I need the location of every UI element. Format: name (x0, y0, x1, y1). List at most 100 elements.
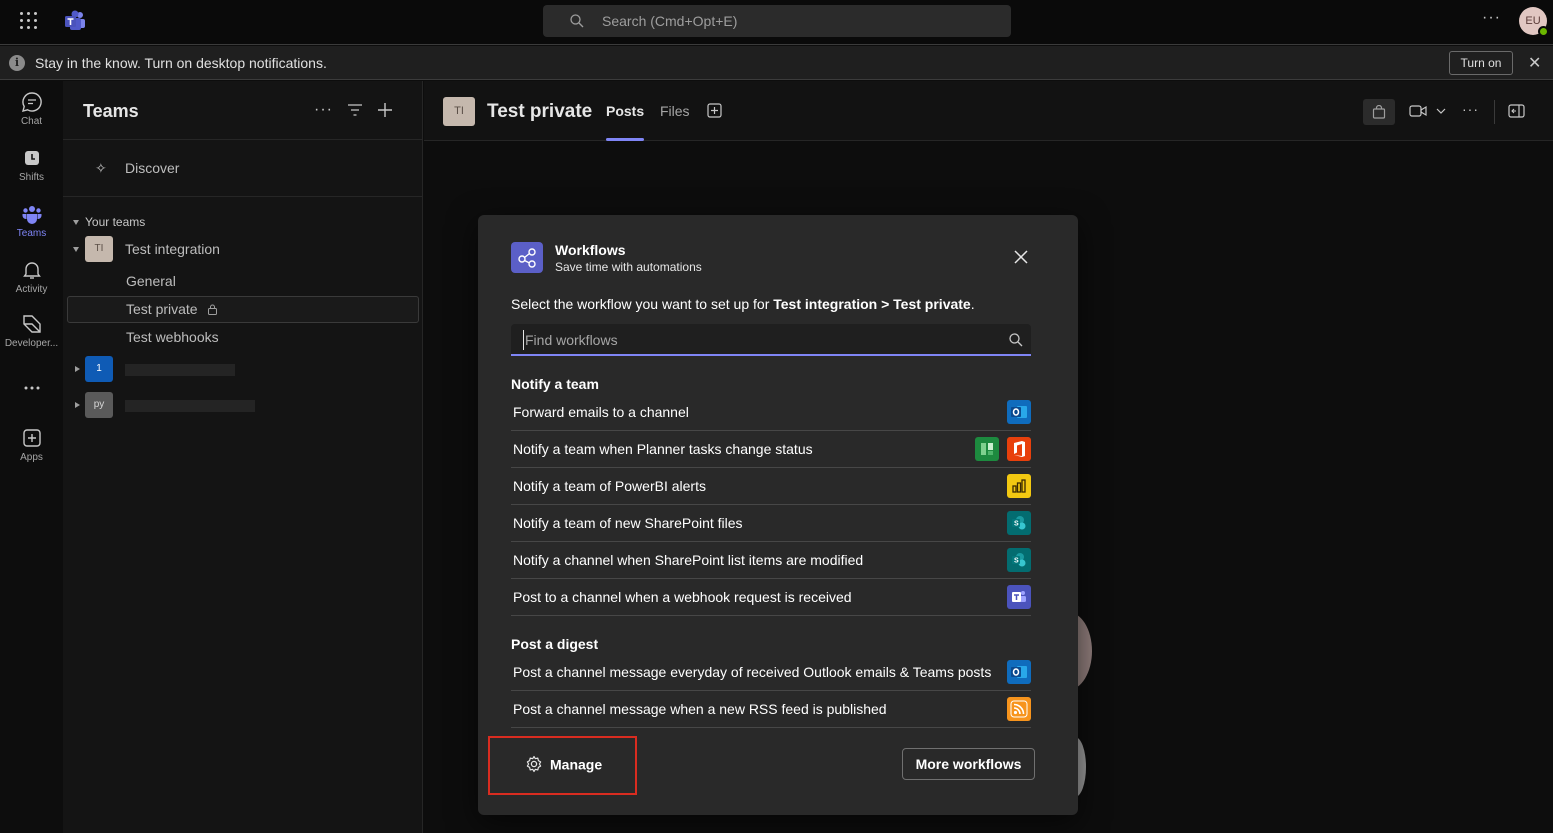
workflow-item[interactable]: Post to a channel when a webhook request… (511, 579, 1031, 616)
your-teams-label: Your teams (85, 215, 146, 229)
channel-title: Test private (487, 101, 593, 122)
rail-item-teams[interactable]: Teams (0, 203, 63, 239)
channel-item-general[interactable]: General (126, 273, 176, 289)
rail-item-developer[interactable]: Developer... (0, 313, 63, 349)
divider (63, 196, 423, 197)
workflow-item[interactable]: Post a channel message when a new RSS fe… (511, 691, 1031, 728)
search-box[interactable]: Search (Cmd+Opt+E) (543, 5, 1011, 37)
bag-icon (1372, 105, 1386, 119)
rail-item-shifts[interactable]: Shifts (0, 147, 63, 183)
sharepoint-icon: S (1007, 548, 1031, 572)
dialog-subtitle: Save time with automations (555, 260, 702, 274)
desc-prefix: Select the workflow you want to set up f… (511, 296, 774, 312)
powerbi-icon (1007, 474, 1031, 498)
workflow-label: Notify a team of new SharePoint files (513, 515, 743, 531)
gear-icon (526, 756, 542, 773)
chevron-right-icon (75, 402, 80, 408)
workflow-label: Notify a channel when SharePoint list it… (513, 552, 864, 568)
planner-icon (975, 437, 999, 461)
more-options-icon[interactable]: ··· (1462, 101, 1479, 117)
outlook-icon (1007, 660, 1031, 684)
rail-label: Chat (20, 116, 43, 127)
channel-item-test-webhooks[interactable]: Test webhooks (126, 329, 219, 345)
active-tab-indicator (606, 138, 644, 141)
workflow-item[interactable]: Notify a team when Planner tasks change … (511, 431, 1031, 468)
notification-message: Stay in the know. Turn on desktop notifi… (35, 55, 327, 71)
search-icon (570, 14, 584, 28)
team-item-blurred-2[interactable]: py (73, 392, 413, 420)
svg-text:S: S (1014, 521, 1019, 528)
panel-title: Teams (83, 101, 139, 121)
rss-icon (1007, 697, 1031, 721)
channel-item-selected-bg (67, 296, 419, 323)
channel-header: TI Test private Posts Files ··· (424, 81, 1553, 141)
desc-suffix: . (970, 296, 975, 312)
your-teams-header[interactable]: Your teams (73, 215, 145, 229)
chevron-right-icon (75, 366, 80, 372)
rail-label: Apps (20, 452, 43, 463)
more-options-icon[interactable]: ··· (314, 101, 333, 119)
svg-text:S: S (1014, 558, 1019, 565)
add-team-icon[interactable] (377, 102, 393, 118)
channel-name: Test private (126, 301, 198, 317)
rail-item-chat[interactable]: Chat (0, 91, 63, 127)
app-launcher-icon[interactable] (20, 12, 38, 30)
section-title: Notify a team (511, 376, 599, 392)
bell-icon (22, 262, 41, 279)
user-avatar[interactable]: EU (1519, 7, 1549, 37)
team-item-test-integration[interactable]: TI Test integration (73, 236, 413, 264)
workflow-item[interactable]: Notify a channel when SharePoint list it… (511, 542, 1031, 579)
workflow-label: Notify a team of PowerBI alerts (513, 478, 706, 494)
workflows-icon (511, 242, 543, 273)
presence-status-icon (1538, 26, 1549, 37)
video-call-icon[interactable] (1409, 104, 1427, 118)
lock-icon (208, 304, 218, 315)
workflow-item[interactable]: Notify a team of new SharePoint files S (511, 505, 1031, 542)
workflow-item[interactable]: Forward emails to a channel (511, 394, 1031, 431)
workflow-item[interactable]: Notify a team of PowerBI alerts (511, 468, 1031, 505)
workflow-label: Post a channel message everyday of recei… (513, 664, 992, 680)
workflow-label: Notify a team when Planner tasks change … (513, 441, 813, 457)
teams-app: Search (Cmd+Opt+E) ··· EU i Stay in the … (0, 0, 1553, 833)
more-options-icon[interactable]: ··· (1482, 9, 1501, 27)
rail-label: Shifts (18, 172, 44, 183)
chevron-down-icon[interactable] (1436, 108, 1446, 114)
side-panel-icon[interactable] (1508, 104, 1525, 118)
chevron-down-icon (73, 220, 79, 226)
workflow-label: Forward emails to a channel (513, 404, 689, 420)
rail-item-activity[interactable]: Activity (0, 259, 63, 295)
turn-on-notifications-button[interactable]: Turn on (1449, 51, 1513, 75)
close-icon[interactable] (1012, 248, 1030, 266)
apps-icon (22, 429, 41, 447)
more-workflows-button[interactable]: More workflows (902, 748, 1035, 780)
chevron-down-icon (73, 247, 79, 252)
manage-button[interactable]: Manage (525, 755, 602, 773)
workflow-item[interactable]: Post a channel message everyday of recei… (511, 654, 1031, 691)
store-button[interactable] (1363, 99, 1395, 125)
search-icon[interactable] (1008, 332, 1024, 348)
chat-icon (21, 92, 42, 112)
rail-label: Teams (16, 228, 47, 239)
find-workflows-input[interactable] (523, 330, 993, 350)
teams-panel: Teams ··· ✧ Discover Your teams TI Test i… (63, 81, 423, 833)
filter-icon[interactable] (347, 103, 363, 117)
avatar-initials: EU (1525, 15, 1541, 27)
close-icon[interactable]: ✕ (1528, 53, 1541, 73)
developer-icon (22, 315, 41, 333)
dialog-description: Select the workflow you want to set up f… (511, 296, 975, 312)
discover-link[interactable]: ✧ Discover (95, 160, 179, 177)
team-avatar: TI (85, 236, 113, 262)
notification-bar: i Stay in the know. Turn on desktop noti… (0, 46, 1553, 80)
tab-posts[interactable]: Posts (606, 103, 644, 119)
rail-item-apps[interactable]: Apps (0, 427, 63, 463)
channel-item-test-private[interactable]: Test private (126, 301, 218, 317)
tab-files[interactable]: Files (660, 103, 690, 119)
manage-label: Manage (550, 756, 603, 773)
teams-icon (1007, 585, 1031, 609)
blurred-team-name (125, 400, 255, 412)
rail-item-more[interactable] (0, 377, 63, 399)
add-tab-icon[interactable] (707, 103, 722, 118)
section-title: Post a digest (511, 636, 599, 652)
divider (1494, 100, 1495, 124)
team-item-blurred-1[interactable]: 1 (73, 356, 413, 384)
